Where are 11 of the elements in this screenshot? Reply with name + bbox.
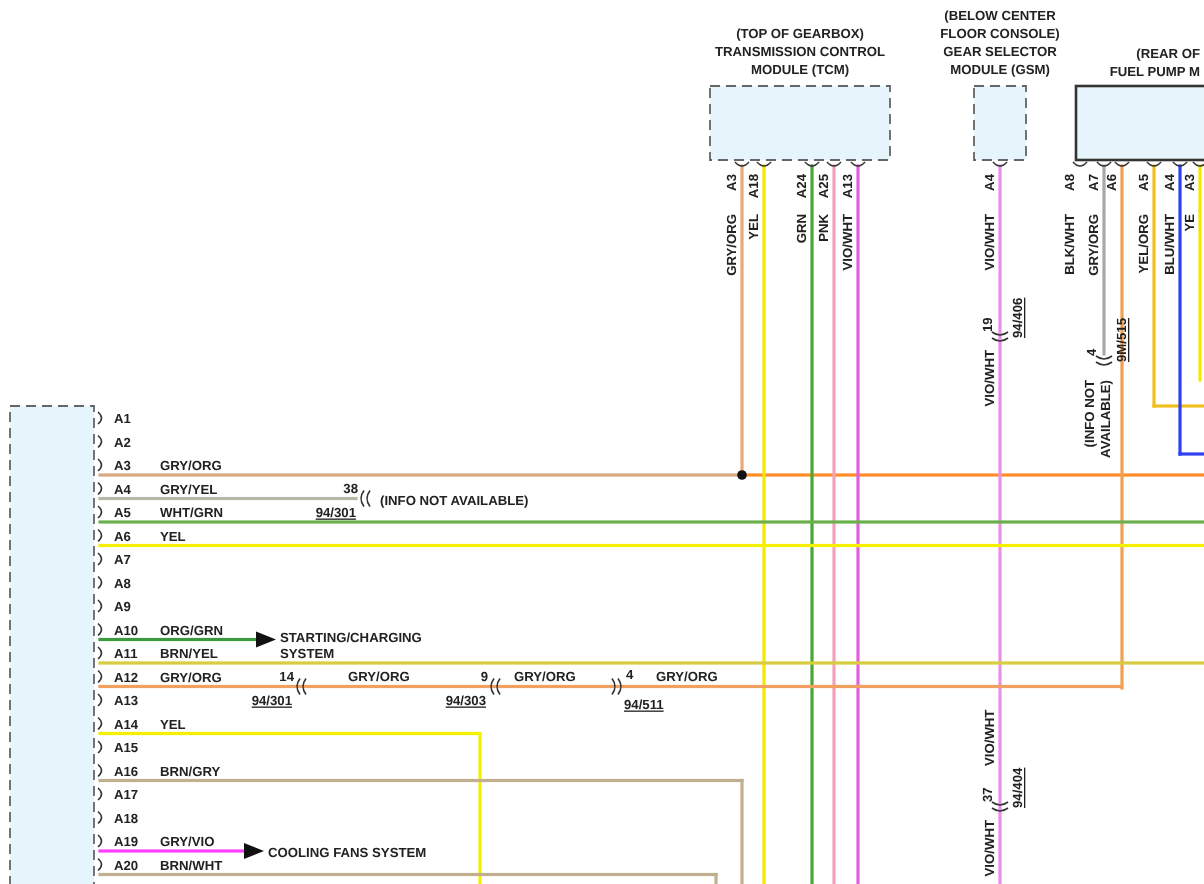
arrow-icon — [244, 843, 264, 859]
splice-icon — [296, 677, 307, 696]
splice-icon — [991, 801, 1009, 812]
splice-icon — [611, 677, 622, 696]
arrow-icon — [256, 631, 276, 648]
splice-icon — [360, 489, 371, 508]
pin-terminal-icon — [992, 161, 1008, 167]
junction-dot — [737, 470, 747, 480]
splice-icon — [991, 331, 1009, 342]
splice-icon — [490, 677, 501, 696]
splice-icon — [1095, 355, 1113, 366]
